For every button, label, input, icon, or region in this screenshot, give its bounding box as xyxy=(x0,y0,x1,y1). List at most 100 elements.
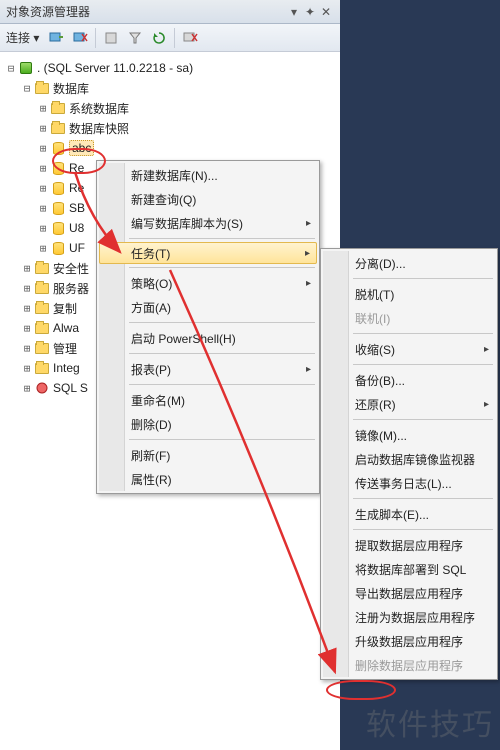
menu-offline[interactable]: 脱机(T) xyxy=(323,282,495,306)
context-menu-database: 新建数据库(N)... 新建查询(Q) 编写数据库脚本为(S) 任务(T) 策略… xyxy=(96,160,320,494)
disconnect-icon[interactable] xyxy=(71,29,89,47)
node-label: 安全性 xyxy=(53,260,89,277)
panel-toolbar: 连接 ▾ xyxy=(0,24,340,52)
expander-icon[interactable]: ⊟ xyxy=(20,82,34,95)
expander-icon[interactable]: ⊞ xyxy=(20,262,34,275)
expander-icon[interactable]: ⊞ xyxy=(20,342,34,355)
menu-launch-mirror-monitor[interactable]: 启动数据库镜像监视器 xyxy=(323,447,495,471)
menu-shrink[interactable]: 收缩(S) xyxy=(323,337,495,361)
menu-restore[interactable]: 还原(R) xyxy=(323,392,495,416)
menu-upgrade-dac[interactable]: 升级数据层应用程序 xyxy=(323,629,495,653)
menu-facets[interactable]: 方面(A) xyxy=(99,295,317,319)
delete-server-icon[interactable] xyxy=(181,29,199,47)
toolbar-separator xyxy=(95,28,96,48)
node-label: 复制 xyxy=(53,300,77,317)
database-icon xyxy=(50,160,66,176)
node-label: Alwa xyxy=(53,321,79,335)
node-label: Integ xyxy=(53,361,80,375)
folder-icon xyxy=(50,100,66,116)
expander-icon[interactable]: ⊞ xyxy=(20,362,34,375)
expander-icon[interactable]: ⊞ xyxy=(36,182,50,195)
folder-icon xyxy=(50,120,66,136)
expander-icon[interactable]: ⊞ xyxy=(36,162,50,175)
menu-delete[interactable]: 删除(D) xyxy=(99,412,317,436)
expander-icon[interactable]: ⊞ xyxy=(36,142,50,155)
menu-separator xyxy=(353,333,493,334)
menu-ship-logs[interactable]: 传送事务日志(L)... xyxy=(323,471,495,495)
menu-deploy-db-sql[interactable]: 将数据库部署到 SQL xyxy=(323,557,495,581)
panel-titlebar: 对象资源管理器 ▾ ✦ ✕ xyxy=(0,0,340,24)
panel-close-icon[interactable]: ✕ xyxy=(318,0,334,24)
expander-icon[interactable]: ⊞ xyxy=(20,322,34,335)
menu-policies[interactable]: 策略(O) xyxy=(99,271,317,295)
folder-icon xyxy=(34,80,50,96)
folder-icon xyxy=(34,260,50,276)
menu-separator xyxy=(353,364,493,365)
menu-online: 联机(I) xyxy=(323,306,495,330)
node-label: 服务器 xyxy=(53,280,89,297)
menu-separator xyxy=(353,419,493,420)
database-icon xyxy=(50,180,66,196)
filter-icon[interactable] xyxy=(126,29,144,47)
folder-icon xyxy=(34,340,50,356)
menu-detach[interactable]: 分离(D)... xyxy=(323,251,495,275)
node-label: SB xyxy=(69,201,85,215)
context-menu-tasks: 分离(D)... 脱机(T) 联机(I) 收缩(S) 备份(B)... 还原(R… xyxy=(320,248,498,680)
toolbar-separator xyxy=(174,28,175,48)
menu-separator xyxy=(129,353,315,354)
node-label: 数据库快照 xyxy=(69,120,129,137)
menu-powershell[interactable]: 启动 PowerShell(H) xyxy=(99,326,317,350)
expander-icon[interactable]: ⊞ xyxy=(36,102,50,115)
menu-mirror[interactable]: 镜像(M)... xyxy=(323,423,495,447)
node-label: UF xyxy=(69,241,85,255)
expander-icon[interactable]: ⊞ xyxy=(36,122,50,135)
menu-delete-dac: 删除数据层应用程序 xyxy=(323,653,495,677)
stop-icon[interactable] xyxy=(102,29,120,47)
tree-node-server[interactable]: ⊟ . (SQL Server 11.0.2218 - sa) xyxy=(4,58,336,78)
expander-icon[interactable]: ⊞ xyxy=(20,282,34,295)
menu-separator xyxy=(129,439,315,440)
node-label: 管理 xyxy=(53,340,77,357)
tree-node-db-abc[interactable]: ⊞ abc xyxy=(4,138,336,158)
menu-new-query[interactable]: 新建查询(Q) xyxy=(99,187,317,211)
node-label: U8 xyxy=(69,221,84,235)
menu-properties[interactable]: 属性(R) xyxy=(99,467,317,491)
refresh-icon[interactable] xyxy=(150,29,168,47)
menu-separator xyxy=(129,238,315,239)
tree-node-databases[interactable]: ⊟ 数据库 xyxy=(4,78,336,98)
menu-extract-dac[interactable]: 提取数据层应用程序 xyxy=(323,533,495,557)
menu-new-database[interactable]: 新建数据库(N)... xyxy=(99,163,317,187)
database-icon xyxy=(50,140,66,156)
database-icon xyxy=(50,200,66,216)
menu-refresh[interactable]: 刷新(F) xyxy=(99,443,317,467)
menu-reports[interactable]: 报表(P) xyxy=(99,357,317,381)
expander-icon[interactable]: ⊞ xyxy=(36,242,50,255)
expander-icon[interactable]: ⊟ xyxy=(4,62,18,75)
node-label: . (SQL Server 11.0.2218 - sa) xyxy=(37,61,193,75)
menu-tasks[interactable]: 任务(T) xyxy=(99,242,317,264)
node-label: SQL S xyxy=(53,381,88,395)
menu-rename[interactable]: 重命名(M) xyxy=(99,388,317,412)
connect-dropdown[interactable]: 连接 ▾ xyxy=(6,29,39,46)
menu-export-dac[interactable]: 导出数据层应用程序 xyxy=(323,581,495,605)
watermark-text: 软件技巧 xyxy=(366,700,494,744)
node-label: 系统数据库 xyxy=(69,100,129,117)
panel-pin-icon[interactable]: ✦ xyxy=(302,0,318,24)
expander-icon[interactable]: ⊞ xyxy=(20,382,34,395)
folder-icon xyxy=(34,360,50,376)
menu-separator xyxy=(129,267,315,268)
menu-register-dac[interactable]: 注册为数据层应用程序 xyxy=(323,605,495,629)
panel-dropdown-icon[interactable]: ▾ xyxy=(286,0,302,24)
tree-node-system-db[interactable]: ⊞ 系统数据库 xyxy=(4,98,336,118)
menu-backup[interactable]: 备份(B)... xyxy=(323,368,495,392)
folder-icon xyxy=(34,280,50,296)
tree-node-snapshot[interactable]: ⊞ 数据库快照 xyxy=(4,118,336,138)
node-label: 数据库 xyxy=(53,80,89,97)
menu-script-db-as[interactable]: 编写数据库脚本为(S) xyxy=(99,211,317,235)
menu-generate-scripts[interactable]: 生成脚本(E)... xyxy=(323,502,495,526)
node-label: Re xyxy=(69,161,84,175)
expander-icon[interactable]: ⊞ xyxy=(36,202,50,215)
connect-icon[interactable] xyxy=(47,29,65,47)
expander-icon[interactable]: ⊞ xyxy=(20,302,34,315)
expander-icon[interactable]: ⊞ xyxy=(36,222,50,235)
